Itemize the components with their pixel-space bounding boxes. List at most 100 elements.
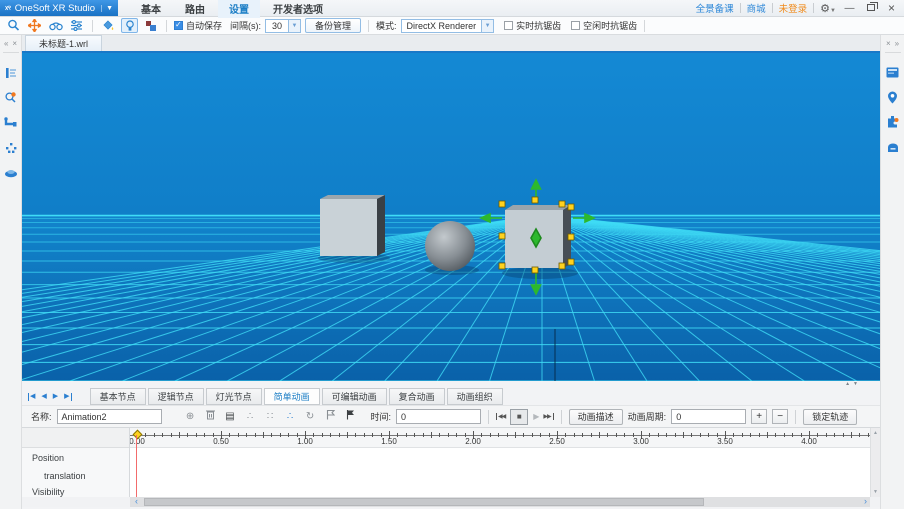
menu-item-settings[interactable]: 设置 bbox=[218, 0, 260, 18]
scroll-down-icon[interactable]: ▼ bbox=[873, 489, 878, 495]
node-group-icon[interactable]: ∴ bbox=[243, 410, 258, 424]
viewport-3d[interactable] bbox=[22, 53, 880, 381]
realtime-aa-row[interactable]: 实时抗锯齿 bbox=[504, 19, 561, 32]
track-translation[interactable]: translation bbox=[44, 471, 86, 481]
disc-icon[interactable] bbox=[4, 166, 18, 179]
timeline-horizontal-scrollbar[interactable]: ‹ › bbox=[130, 497, 870, 507]
menu-item-routing[interactable]: 路由 bbox=[174, 0, 216, 18]
tab-scroll-first-icon[interactable]: ◀ bbox=[28, 393, 35, 401]
flag-outline-icon[interactable] bbox=[323, 409, 338, 425]
collapse-right-icon[interactable]: » bbox=[895, 39, 899, 48]
tab-scroll-last-icon[interactable]: ▶ bbox=[64, 393, 71, 401]
scrollbar-thumb[interactable] bbox=[144, 498, 704, 506]
stop-button[interactable]: ■ bbox=[510, 409, 528, 425]
gear-icon[interactable]: ⚙▼ bbox=[820, 2, 836, 15]
track-position[interactable]: Position bbox=[32, 453, 64, 463]
divider bbox=[795, 410, 796, 424]
app-logo-chip[interactable]: OneSoft XR Studio ▼ bbox=[0, 0, 118, 16]
period-plus-button[interactable]: + bbox=[751, 409, 767, 424]
idle-aa-row[interactable]: 空闲时抗锯齿 bbox=[571, 19, 637, 32]
add-keyframe-icon[interactable]: ⊕ bbox=[183, 410, 198, 424]
renderer-select[interactable]: DirectX Renderer ▼ bbox=[401, 19, 495, 33]
minimize-button[interactable]: — bbox=[842, 1, 857, 16]
tab-composite-animation[interactable]: 复合动画 bbox=[389, 388, 445, 405]
scene-tree-icon[interactable] bbox=[4, 66, 18, 79]
collapse-left-icon[interactable]: « bbox=[4, 39, 8, 48]
animation-description-button[interactable]: 动画描述 bbox=[569, 409, 623, 425]
restore-button[interactable] bbox=[863, 1, 878, 16]
search-settings-icon[interactable] bbox=[4, 91, 18, 104]
name-label: 名称: bbox=[31, 410, 52, 423]
timeline-track-canvas[interactable] bbox=[130, 448, 870, 497]
sphere-object[interactable] bbox=[425, 221, 475, 271]
paint-tool-icon[interactable] bbox=[100, 18, 117, 33]
particles-icon[interactable] bbox=[4, 141, 18, 154]
realtime-aa-checkbox[interactable] bbox=[504, 21, 513, 30]
search-icon[interactable] bbox=[5, 18, 22, 33]
menu-item-developer-options[interactable]: 开发者选项 bbox=[262, 0, 334, 18]
plugin-icon[interactable] bbox=[886, 116, 900, 129]
tab-light-nodes[interactable]: 灯光节点 bbox=[206, 388, 262, 405]
node-branch-icon[interactable]: ∷ bbox=[263, 410, 278, 424]
loop-icon[interactable]: ↻ bbox=[303, 410, 318, 424]
panorama-lesson-link[interactable]: 全景备课 bbox=[696, 1, 734, 15]
blocks-tool-icon[interactable] bbox=[142, 18, 159, 33]
mall-link[interactable]: 商城 bbox=[747, 1, 766, 15]
app-logo-icon bbox=[5, 3, 11, 13]
delete-icon[interactable] bbox=[203, 409, 218, 425]
archive-icon[interactable] bbox=[886, 141, 900, 154]
scroll-right-icon[interactable]: › bbox=[864, 497, 867, 506]
tab-simple-animation[interactable]: 简单动画 bbox=[264, 388, 320, 405]
close-panel-icon[interactable]: × bbox=[886, 39, 891, 48]
left-rail: « × bbox=[0, 35, 22, 509]
tab-animation-organize[interactable]: 动画组织 bbox=[447, 388, 503, 405]
browser-card-icon[interactable] bbox=[886, 66, 900, 79]
chevron-down-icon[interactable]: ▼ bbox=[101, 5, 113, 12]
binoculars-icon[interactable] bbox=[47, 18, 64, 33]
menu-item-basic[interactable]: 基本 bbox=[130, 0, 172, 18]
move-tool-icon[interactable] bbox=[26, 18, 43, 33]
login-link[interactable]: 未登录 bbox=[779, 1, 808, 15]
document-icon[interactable]: ▤ bbox=[223, 410, 238, 424]
timeline-ruler[interactable]: 0.000.501.001.502.002.503.003.504.00 bbox=[130, 428, 870, 448]
track-visibility[interactable]: Visibility bbox=[32, 487, 64, 497]
time-input[interactable]: 0 bbox=[396, 409, 481, 424]
tab-scroll-prev-icon[interactable]: ◀ bbox=[41, 393, 46, 401]
divider bbox=[813, 3, 814, 13]
skip-end-button[interactable]: ▶▶ bbox=[543, 413, 553, 420]
tab-basic-nodes[interactable]: 基本节点 bbox=[90, 388, 146, 405]
idle-aa-checkbox[interactable] bbox=[571, 21, 580, 30]
cube-object[interactable] bbox=[320, 195, 385, 256]
center-column: 未标题-1.wrl bbox=[22, 35, 880, 509]
tab-editable-animation[interactable]: 可编辑动画 bbox=[322, 388, 387, 405]
light-tool-icon[interactable] bbox=[121, 18, 138, 33]
period-input[interactable]: 0 bbox=[671, 409, 746, 424]
period-label: 动画周期: bbox=[628, 410, 667, 423]
location-icon[interactable] bbox=[886, 91, 900, 104]
node-tree-active-icon[interactable]: ∴ bbox=[283, 410, 298, 424]
main-area: « × 未标题-1.wrl bbox=[0, 35, 904, 509]
autosave-checkbox-row[interactable]: 自动保存 bbox=[174, 19, 222, 32]
joint-tool-icon[interactable] bbox=[4, 116, 18, 129]
period-minus-button[interactable]: − bbox=[772, 409, 788, 424]
animation-name-input[interactable]: Animation2 bbox=[57, 409, 162, 424]
document-tab[interactable]: 未标题-1.wrl bbox=[25, 35, 102, 51]
flag-filled-icon[interactable] bbox=[343, 409, 358, 425]
chevron-down-icon[interactable]: ▼ bbox=[481, 20, 493, 32]
close-button[interactable]: × bbox=[884, 1, 899, 16]
tab-logic-nodes[interactable]: 逻辑节点 bbox=[148, 388, 204, 405]
backup-manage-button[interactable]: 备份管理 bbox=[305, 18, 361, 33]
playhead-line[interactable] bbox=[136, 435, 137, 497]
autosave-checkbox[interactable] bbox=[174, 21, 183, 30]
close-panel-icon[interactable]: × bbox=[12, 39, 17, 48]
play-button[interactable]: ▶ bbox=[533, 412, 538, 421]
lock-track-button[interactable]: 锁定轨迹 bbox=[803, 409, 857, 425]
chevron-down-icon[interactable]: ▼ bbox=[288, 20, 300, 32]
tab-scroll-next-icon[interactable]: ▶ bbox=[53, 393, 58, 401]
filter-sliders-icon[interactable] bbox=[68, 18, 85, 33]
interval-select[interactable]: 30 ▼ bbox=[265, 19, 301, 33]
scroll-up-icon[interactable]: ▲ bbox=[873, 430, 878, 436]
skip-start-button[interactable]: ◀◀ bbox=[496, 413, 505, 420]
timeline-vertical-scrollbar[interactable]: ▲ ▼ bbox=[870, 428, 880, 497]
scroll-left-icon[interactable]: ‹ bbox=[130, 497, 143, 507]
